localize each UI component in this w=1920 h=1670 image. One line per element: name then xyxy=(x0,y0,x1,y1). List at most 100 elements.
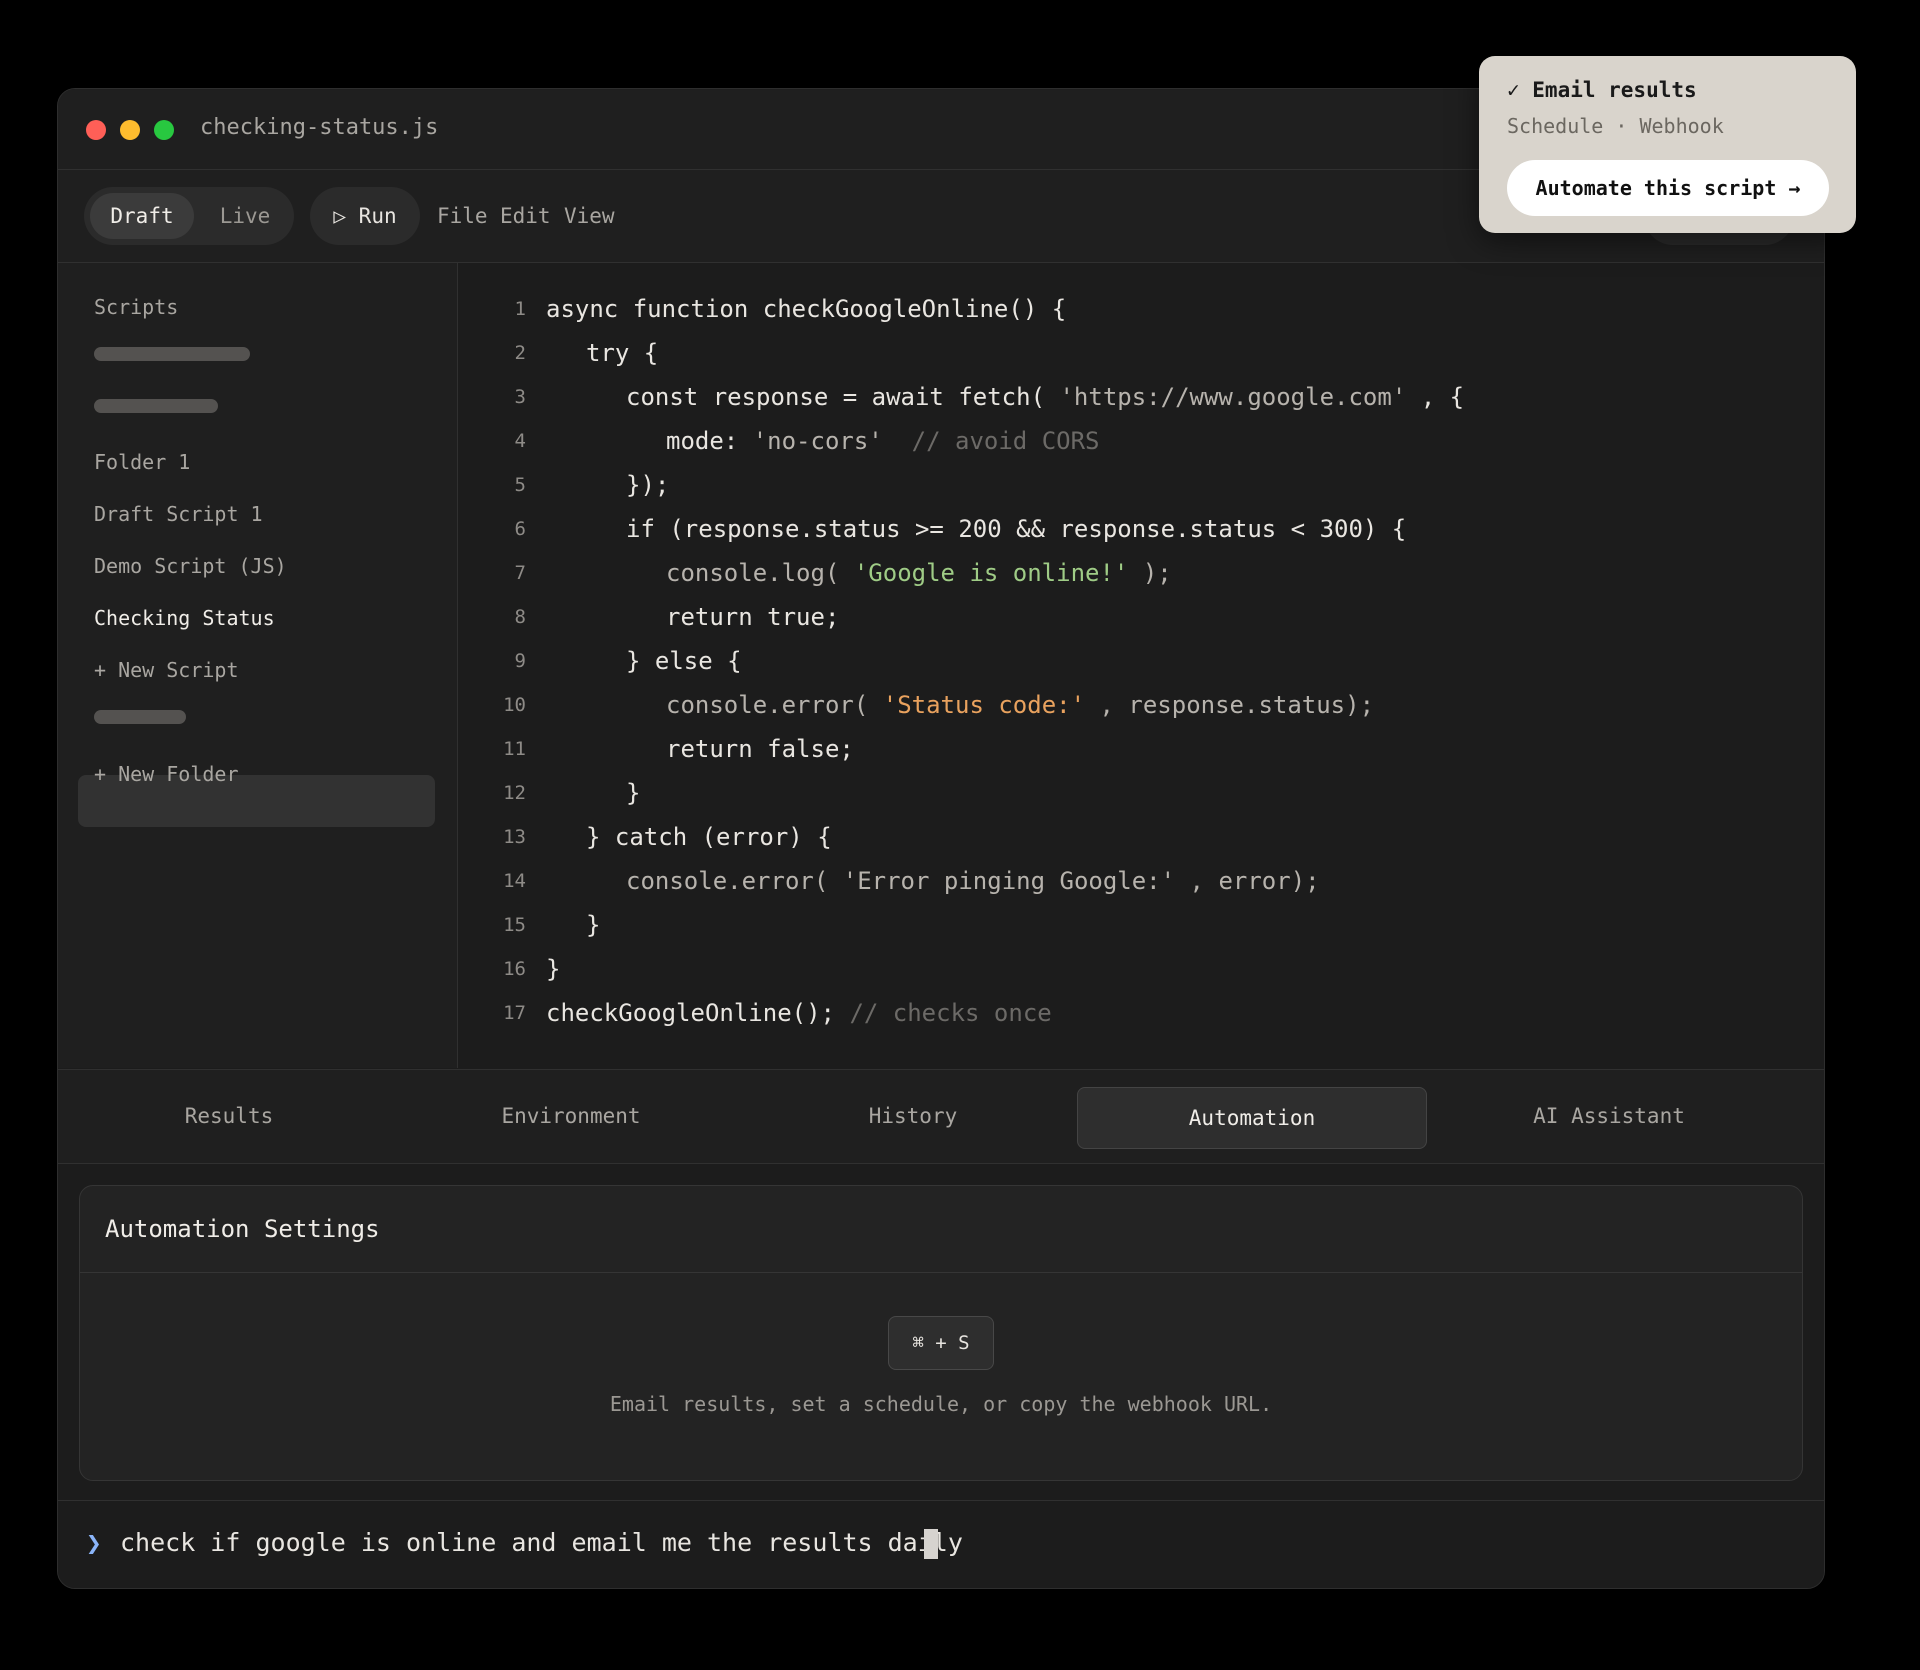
code-editor[interactable]: 1 async function checkGoogleOnline() { 2… xyxy=(458,263,1824,1068)
code-comment: // avoid CORS xyxy=(882,427,1100,455)
sidebar: Scripts Folder 1 Draft Script 1 Demo Scr… xyxy=(58,263,458,1068)
line-number: 11 xyxy=(503,738,526,760)
code-text: } xyxy=(586,911,601,939)
code-token: , error); xyxy=(1175,867,1320,895)
code-line: 6 if (response.status >= 200 && response… xyxy=(458,509,1824,549)
code-token: console.log( xyxy=(666,559,854,587)
code-line: 14 console.error( 'Error pinging Google:… xyxy=(458,861,1824,901)
code-text: if (response.status >= 200 && response.s… xyxy=(626,515,1407,543)
text-cursor xyxy=(924,1529,938,1559)
sidebar-item-folder-1[interactable]: Folder 1 xyxy=(94,450,190,474)
run-button[interactable]: ▷ Run xyxy=(310,187,420,245)
code-token: , response.status); xyxy=(1085,691,1375,719)
mode-draft-button[interactable]: Draft xyxy=(90,193,194,239)
line-number: 7 xyxy=(514,562,526,584)
close-window-button[interactable] xyxy=(86,120,106,140)
command-input[interactable]: check if google is online and email me t… xyxy=(120,1528,963,1557)
code-line: 8 return true; xyxy=(458,597,1824,637)
sidebar-placeholder-bar xyxy=(94,399,218,413)
code-line: 17 checkGoogleOnline(); // checks once xyxy=(458,993,1824,1033)
code-text: async function checkGoogleOnline() { xyxy=(546,295,1067,323)
code-text: }); xyxy=(626,471,670,499)
code-line: 7 console.log( 'Google is online!' ); xyxy=(458,553,1824,593)
code-text: } catch (error) { xyxy=(586,823,832,851)
mode-live-button[interactable]: Live xyxy=(202,193,288,239)
code-token: console.error( xyxy=(666,691,883,719)
line-number: 14 xyxy=(503,870,526,892)
command-line[interactable]: ❯ check if google is online and email me… xyxy=(58,1500,1824,1588)
line-number: 4 xyxy=(514,430,526,452)
sidebar-item-label-active: Checking Status xyxy=(94,606,275,630)
code-token: const response = await fetch( xyxy=(626,383,1060,411)
code-text: checkGoogleOnline(); // checks once xyxy=(546,993,1052,1033)
automation-popover: ✓ Email results Schedule · Webhook Autom… xyxy=(1479,56,1856,233)
code-text: } xyxy=(546,955,561,983)
tab-ai-assistant[interactable]: AI Assistant xyxy=(1438,1070,1780,1163)
line-number: 13 xyxy=(503,826,526,848)
line-number: 9 xyxy=(514,650,526,672)
code-token: mode: xyxy=(666,427,753,455)
code-token: console.error( xyxy=(626,867,843,895)
line-number: 15 xyxy=(503,914,526,936)
code-line: 16 } xyxy=(458,949,1824,989)
line-number: 10 xyxy=(503,694,526,716)
minimize-window-button[interactable] xyxy=(120,120,140,140)
code-text: return false; xyxy=(666,735,854,763)
mode-toggle: Draft Live xyxy=(84,187,294,245)
sidebar-header: Scripts xyxy=(94,295,179,319)
menu-file[interactable]: File xyxy=(437,204,488,228)
line-number: 5 xyxy=(514,474,526,496)
new-folder-button[interactable]: + New Folder xyxy=(94,762,239,786)
app-window: checking-status.js Draft Live ▷ Run File… xyxy=(57,88,1825,1589)
code-line: 1 async function checkGoogleOnline() { xyxy=(458,289,1824,329)
code-text: } xyxy=(626,779,641,807)
code-text: try { xyxy=(586,339,659,367)
sidebar-item-demo-script[interactable]: Demo Script (JS) xyxy=(94,554,287,578)
code-text: mode: 'no-cors' // avoid CORS xyxy=(666,421,1100,461)
new-script-button[interactable]: + New Script xyxy=(94,658,239,682)
code-line: 3 const response = await fetch( 'https:/… xyxy=(458,377,1824,417)
code-string: 'https://www.google.com' xyxy=(1059,383,1407,411)
tab-history[interactable]: History xyxy=(742,1070,1084,1163)
tab-results[interactable]: Results xyxy=(58,1070,400,1163)
code-line: 11 return false; xyxy=(458,729,1824,769)
code-text: console.error( 'Error pinging Google:' ,… xyxy=(626,861,1320,901)
code-line: 15 } xyxy=(458,905,1824,945)
line-number: 8 xyxy=(514,606,526,628)
window-title: checking-status.js xyxy=(200,115,439,140)
code-line: 10 console.error( 'Status code:' , respo… xyxy=(458,685,1824,725)
tab-environment[interactable]: Environment xyxy=(400,1070,742,1163)
line-number: 1 xyxy=(514,298,526,320)
code-comment: // checks once xyxy=(849,999,1052,1027)
sidebar-placeholder-bar xyxy=(94,710,186,724)
code-text: const response = await fetch( 'https://w… xyxy=(626,377,1464,417)
line-number: 3 xyxy=(514,386,526,408)
maximize-window-button[interactable] xyxy=(154,120,174,140)
code-token: , { xyxy=(1406,383,1465,411)
menu-view[interactable]: View xyxy=(564,204,615,228)
line-number: 6 xyxy=(514,518,526,540)
code-line: 5 }); xyxy=(458,465,1824,505)
sidebar-placeholder-bar xyxy=(94,347,250,361)
line-number: 17 xyxy=(503,1002,526,1024)
code-text: } else { xyxy=(626,647,742,675)
tab-automation[interactable]: Automation xyxy=(1077,1087,1427,1149)
menu-edit[interactable]: Edit xyxy=(500,204,551,228)
automate-script-button[interactable]: Automate this script → xyxy=(1507,160,1829,216)
sidebar-item-draft-script-1[interactable]: Draft Script 1 xyxy=(94,502,263,526)
code-line: 9 } else { xyxy=(458,641,1824,681)
popover-title: ✓ Email results xyxy=(1507,78,1697,102)
code-string: 'no-cors' xyxy=(752,427,883,455)
code-string: 'Google is online!' xyxy=(853,559,1129,587)
code-line: 13 } catch (error) { xyxy=(458,817,1824,857)
code-line: 2 try { xyxy=(458,333,1824,373)
bottom-tabs: Results Environment History Automation A… xyxy=(58,1069,1824,1164)
code-text: return true; xyxy=(666,603,840,631)
keyboard-shortcut: ⌘ + S xyxy=(888,1316,994,1370)
prompt-chevron-icon: ❯ xyxy=(86,1529,102,1559)
code-line: 4 mode: 'no-cors' // avoid CORS xyxy=(458,421,1824,461)
code-string: 'Status code:' xyxy=(882,691,1086,719)
line-number: 16 xyxy=(503,958,526,980)
line-number: 2 xyxy=(514,342,526,364)
automation-panel: Automation Settings ⌘ + S Email results,… xyxy=(79,1185,1803,1481)
